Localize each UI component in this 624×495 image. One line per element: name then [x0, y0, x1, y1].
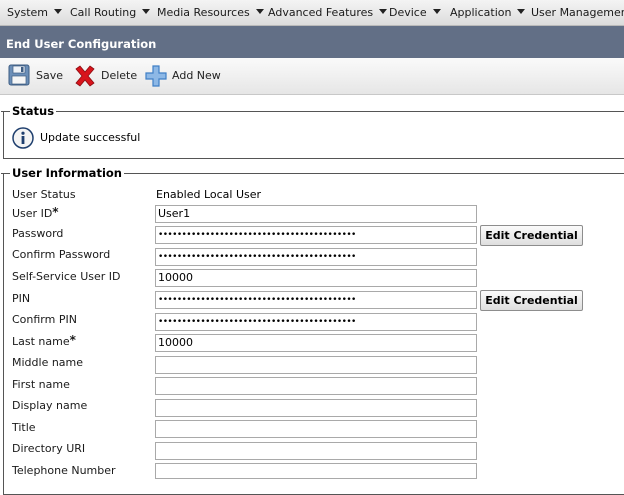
add-new-label: Add New	[172, 69, 221, 82]
chevron-down-icon	[517, 9, 526, 14]
menu-label: User Management	[531, 6, 624, 19]
user-status-value: Enabled Local User	[156, 188, 262, 201]
blue-plus-icon	[145, 65, 167, 87]
status-group: Status Update successful	[1, 104, 624, 159]
password-label: Password	[12, 227, 64, 240]
save-label: Save	[36, 69, 64, 82]
toolbar: Save Delete Add New	[0, 58, 624, 95]
self-service-id-field[interactable]: 10000	[155, 269, 477, 287]
user-id-label: User ID*	[12, 205, 59, 220]
delete-label: Delete	[101, 69, 138, 82]
telephone-number-field[interactable]	[155, 463, 477, 479]
user-id-field[interactable]: User1	[155, 205, 477, 223]
menu-user-management[interactable]: User Management	[531, 6, 624, 19]
title-bar: End User Configuration	[0, 26, 624, 58]
chevron-down-icon	[432, 9, 441, 14]
edit-credential-pin-button[interactable]: Edit Credential	[480, 290, 583, 311]
last-name-label-text: Last name	[12, 335, 70, 348]
chevron-down-icon	[54, 9, 63, 14]
menu-advanced-features[interactable]: Advanced Features	[268, 6, 388, 19]
directory-uri-field[interactable]	[155, 442, 477, 460]
status-message: Update successful	[40, 131, 141, 144]
legend-line	[1, 173, 7, 174]
menu-label: Device	[389, 6, 427, 19]
display-name-label: Display name	[12, 399, 88, 412]
middle-name-field[interactable]	[155, 356, 477, 374]
pin-label: PIN	[12, 292, 31, 305]
menu-label: Call Routing	[70, 6, 137, 19]
menu-media-resources[interactable]: Media Resources	[157, 6, 264, 19]
telephone-number-label: Telephone Number	[12, 464, 116, 477]
menu-label: Advanced Features	[268, 6, 374, 19]
menu-label: Application	[450, 6, 512, 19]
menu-call-routing[interactable]: Call Routing	[70, 6, 151, 19]
menu-label: Media Resources	[157, 6, 250, 19]
menu-device[interactable]: Device	[389, 6, 441, 19]
confirm-pin-label: Confirm PIN	[12, 313, 77, 326]
last-name-label: Last name*	[12, 333, 76, 348]
required-marker: *	[52, 205, 59, 219]
menu-application[interactable]: Application	[450, 6, 526, 19]
info-icon	[12, 127, 34, 149]
directory-uri-label: Directory URI	[12, 442, 86, 455]
add-new-button[interactable]: Add New	[144, 64, 221, 88]
menu-system[interactable]: System	[7, 6, 63, 19]
edit-credential-password-button[interactable]: Edit Credential	[480, 225, 583, 246]
middle-name-label: Middle name	[12, 356, 84, 369]
title-field[interactable]	[155, 420, 477, 438]
main-menu-bar: System Call Routing Media Resources Adva…	[0, 0, 624, 26]
user-id-label-text: User ID	[12, 207, 53, 220]
save-button[interactable]: Save	[8, 64, 64, 88]
title-label: Title	[12, 421, 36, 434]
page-title: End User Configuration	[6, 37, 157, 51]
confirm-password-label: Confirm Password	[12, 248, 111, 261]
password-field[interactable]: ••••••••••••••••••••••••••••••••••••••••…	[155, 226, 477, 244]
floppy-disk-icon	[8, 64, 30, 86]
chevron-down-icon	[142, 9, 151, 14]
delete-button[interactable]: Delete	[73, 64, 138, 88]
pin-field[interactable]: ••••••••••••••••••••••••••••••••••••••••…	[155, 291, 477, 309]
self-service-id-label: Self-Service User ID	[12, 270, 121, 283]
confirm-pin-field[interactable]: ••••••••••••••••••••••••••••••••••••••••…	[155, 313, 477, 331]
user-status-label: User Status	[12, 188, 76, 201]
first-name-field[interactable]	[155, 377, 477, 395]
required-marker: *	[69, 333, 76, 347]
last-name-field[interactable]: 10000	[155, 334, 477, 352]
chevron-down-icon	[255, 9, 264, 14]
first-name-label: First name	[12, 378, 70, 391]
confirm-password-field[interactable]: ••••••••••••••••••••••••••••••••••••••••…	[155, 248, 477, 266]
status-legend: Status	[10, 104, 57, 118]
chevron-down-icon	[379, 9, 388, 14]
menu-label: System	[7, 6, 49, 19]
user-information-legend: User Information	[10, 166, 124, 180]
display-name-field[interactable]	[155, 399, 477, 417]
red-x-icon	[75, 65, 95, 87]
legend-line	[1, 111, 7, 112]
